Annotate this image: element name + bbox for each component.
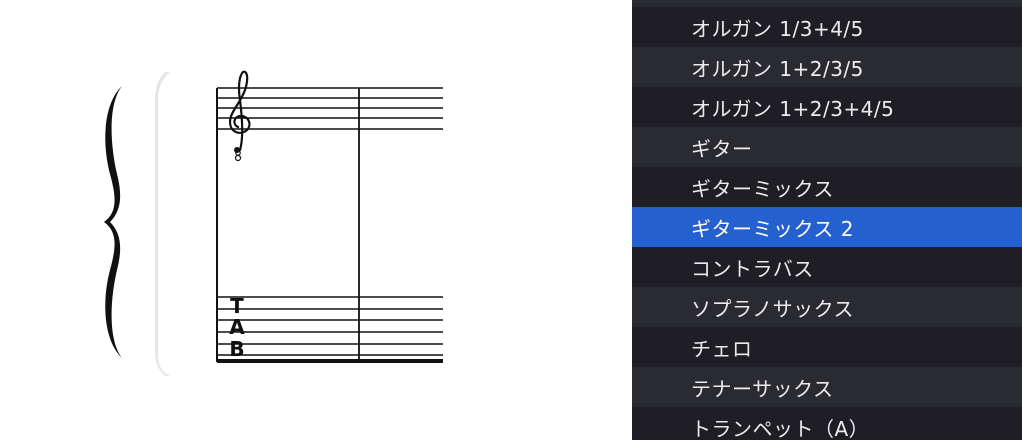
menu-item-tenor-sax[interactable]: テナーサックス <box>632 367 1022 407</box>
menu-item-soprano-sax[interactable]: ソプラノサックス <box>632 287 1022 327</box>
menu-item-label: ギターミックス <box>691 176 834 201</box>
treble-clef-8vb-icon <box>228 70 251 162</box>
tab-staff <box>217 296 443 356</box>
menu-item-label: オルガン 1+2/3+4/5 <box>691 96 895 121</box>
menu-item-organ-1[interactable]: オルガン 1/3+4/5 <box>632 7 1022 47</box>
menu-item-label: オルガン 1/3+4/5 <box>691 16 864 41</box>
menu-item-cello[interactable]: チェロ <box>632 327 1022 367</box>
score-canvas: T A B <box>104 70 443 376</box>
menu-item-cut-off[interactable] <box>632 0 1022 7</box>
system-bottom-line <box>217 359 443 363</box>
menu-item-organ-2[interactable]: オルガン 1+2/3/5 <box>632 47 1022 87</box>
menu-item-label: オルガン 1+2/3/5 <box>691 56 864 81</box>
menu-item-organ-3[interactable]: オルガン 1+2/3+4/5 <box>632 87 1022 127</box>
menu-item-label: ソプラノサックス <box>691 296 854 321</box>
score-view: T A B <box>0 0 630 440</box>
tab-clef-letter-b: B <box>229 337 244 361</box>
system-brace <box>104 86 122 358</box>
menu-item-contrabass[interactable]: コントラバス <box>632 247 1022 287</box>
menu-item-trumpet-a[interactable]: トランペット（A） <box>632 407 1022 440</box>
menu-item-label: コントラバス <box>691 256 814 281</box>
menu-item-guitar-mix-2[interactable]: ギターミックス 2 <box>632 207 1022 247</box>
menu-item-guitar[interactable]: ギター <box>632 127 1022 167</box>
menu-item-label: テナーサックス <box>691 376 834 401</box>
bracket-shadow <box>155 72 170 376</box>
menu-item-label: ギター <box>691 136 753 161</box>
menu-item-label: チェロ <box>691 336 753 361</box>
tab-clef: T A B <box>229 294 245 361</box>
menu-item-guitar-mix[interactable]: ギターミックス <box>632 167 1022 207</box>
tab-clef-letter-a: A <box>229 315 245 339</box>
menu-item-label: ギターミックス 2 <box>691 216 854 241</box>
menu-item-label: トランペット（A） <box>691 416 870 440</box>
standard-staff <box>217 87 443 130</box>
instrument-menu: オルガン 1/3+4/5 オルガン 1+2/3/5 オルガン 1+2/3+4/5… <box>632 0 1022 440</box>
